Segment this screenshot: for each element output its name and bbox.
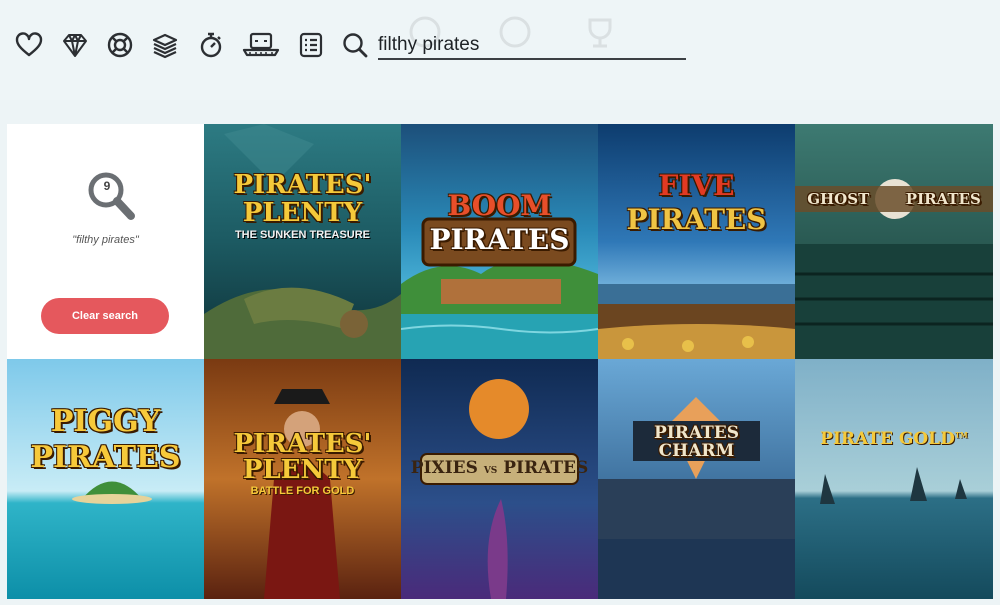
lifebuoy-icon[interactable] xyxy=(105,30,135,60)
search-icon[interactable] xyxy=(340,30,370,60)
game-artwork xyxy=(401,359,598,599)
chip-stack-icon[interactable] xyxy=(150,30,180,60)
game-artwork xyxy=(598,124,795,359)
game-tile-pixies-vs-pirates[interactable]: PIXIES VS PIRATES xyxy=(401,359,598,599)
dealer-hat-icon[interactable] xyxy=(241,30,281,60)
game-artwork xyxy=(7,359,204,599)
diamond-icon[interactable] xyxy=(60,30,90,60)
game-tile-pirates-plenty-battle[interactable]: PIRATES' PLENTY BATTLE FOR GOLD xyxy=(204,359,401,599)
search-results-panel: 9 "filthy pirates" Clear search xyxy=(7,124,204,359)
results-count: 9 xyxy=(103,179,111,193)
game-tile-pirates-charm[interactable]: PIRATES CHARM xyxy=(598,359,795,599)
stopwatch-icon[interactable] xyxy=(196,30,226,60)
game-title: PIRATES' xyxy=(233,170,372,200)
clear-search-button[interactable]: Clear search xyxy=(41,298,169,334)
game-tile-pirate-gold[interactable]: PIRATE GOLDTM xyxy=(795,359,993,599)
game-artwork xyxy=(204,124,401,359)
game-title: FIVE xyxy=(658,169,735,202)
category-toolbar xyxy=(0,0,1000,100)
game-title: PIGGY xyxy=(50,404,161,439)
game-title: PIXIES VS PIRATES xyxy=(410,458,589,478)
game-title-line2: CHARM xyxy=(658,441,735,461)
game-tile-ghost-pirates[interactable]: GHOST PIRATES xyxy=(795,124,993,359)
game-title-line2: PLENTY xyxy=(242,455,363,485)
game-title-line2: PLENTY xyxy=(242,198,363,228)
game-subtitle: THE SUNKEN TREASURE xyxy=(234,229,371,241)
game-title: PIRATES xyxy=(653,423,739,443)
game-title: GHOST PIRATES xyxy=(807,190,981,208)
game-title-line2: PIRATES xyxy=(30,440,181,475)
list-icon[interactable] xyxy=(296,30,326,60)
game-artwork xyxy=(795,359,993,599)
game-artwork xyxy=(598,359,795,599)
game-subtitle: BATTLE FOR GOLD xyxy=(250,485,355,497)
game-tile-pirates-plenty-sunken[interactable]: PIRATES' PLENTY THE SUNKEN TREASURE xyxy=(204,124,401,359)
game-title-line2: PIRATES xyxy=(626,203,767,236)
game-artwork xyxy=(795,124,993,359)
game-title: PIRATES' xyxy=(233,429,372,459)
search-input[interactable] xyxy=(378,32,686,60)
game-tile-five-pirates[interactable]: FIVE PIRATES xyxy=(598,124,795,359)
heart-icon[interactable] xyxy=(14,30,44,60)
game-title: BOOM xyxy=(447,189,552,222)
game-tile-boom-pirates[interactable]: BOOM PIRATES xyxy=(401,124,598,359)
game-tile-piggy-pirates[interactable]: PIGGY PIRATES xyxy=(7,359,204,599)
results-query-label: "filthy pirates" xyxy=(72,234,139,246)
game-title: PIRATE GOLDTM xyxy=(820,429,968,449)
game-title-line2: PIRATES xyxy=(429,223,570,256)
